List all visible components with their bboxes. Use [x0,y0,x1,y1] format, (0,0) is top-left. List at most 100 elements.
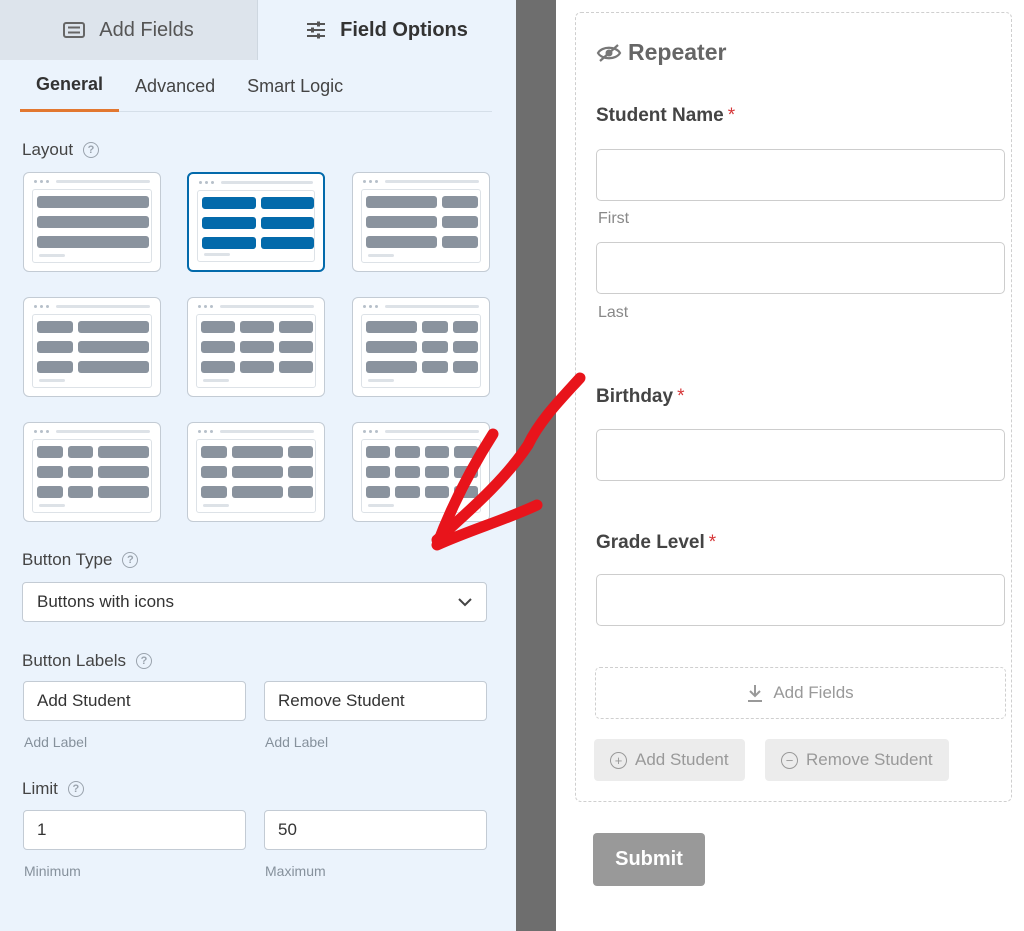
student-name-label: Student Name * [596,105,735,127]
help-icon[interactable]: ? [67,781,84,797]
help-icon[interactable]: ? [135,653,152,669]
subtab-general[interactable]: General [20,60,120,112]
add-label-sublabel: Add Label [24,734,88,750]
layout-column-block [37,361,73,373]
birthday-input[interactable] [596,429,1005,481]
limit-max-input[interactable] [264,810,487,850]
tab-add-fields-label: Add Fields [99,18,194,41]
layout-column-block [67,486,93,498]
required-mark: * [727,105,736,126]
layout-column-block [37,341,73,353]
layout-column-block [240,321,274,333]
layout-option-5[interactable] [187,297,325,397]
last-name-input[interactable] [596,242,1005,294]
layout-option-2[interactable] [187,172,325,272]
layout-column-block [366,321,417,333]
layout-column-block [422,341,448,353]
layout-column-block [453,446,478,458]
layout-column-block [287,466,313,478]
first-name-input[interactable] [596,149,1005,201]
option-subtabs: General Advanced Smart Logic [20,60,492,112]
layout-column-block [453,486,478,498]
layout-column-block [279,341,313,353]
birthday-label: Birthday * [596,386,684,408]
layout-option-9[interactable] [352,422,490,522]
layout-column-block [287,446,313,458]
download-icon [748,685,763,702]
layout-column-block [37,446,63,458]
tab-add-fields[interactable]: Add Fields [0,0,258,60]
list-icon [63,22,86,38]
subtab-smart-logic[interactable]: Smart Logic [231,60,359,112]
layout-column-block [67,446,93,458]
layout-column-block [37,196,149,208]
submit-button[interactable]: Submit [593,833,705,886]
layout-column-block [442,216,478,228]
layout-option-6[interactable] [352,297,490,397]
plus-circle-icon: + [610,751,627,769]
layout-column-block [77,341,149,353]
layout-option-4[interactable] [23,297,161,397]
min-sublabel: Minimum [24,863,81,879]
minus-circle-icon: − [781,751,798,769]
repeater-title: Repeater [596,39,726,66]
layout-column-block [201,486,227,498]
grade-level-input[interactable] [596,574,1005,626]
layout-column-block [37,486,63,498]
layout-option-8[interactable] [187,422,325,522]
layout-column-block [202,217,256,229]
layout-column-block [424,466,449,478]
layout-column-block [77,361,149,373]
remove-label-sublabel: Add Label [265,734,329,750]
remove-student-text: Remove Student [806,750,933,769]
chevron-down-icon [458,597,472,606]
remove-student-button[interactable]: − Remove Student [765,739,949,781]
layout-column-block [67,466,93,478]
layout-column-block [424,486,449,498]
help-icon[interactable]: ? [83,142,100,158]
layout-column-block [452,321,478,333]
last-sublabel: Last [598,304,629,321]
help-icon[interactable]: ? [122,552,139,568]
layout-column-block [452,361,478,373]
layout-column-block [201,321,235,333]
student-name-text: Student Name [596,105,724,126]
sliders-icon [307,21,326,39]
limit-min-input[interactable] [23,810,246,850]
layout-option-1[interactable] [23,172,161,272]
limit-heading: Limit ? [22,779,84,799]
layout-column-block [422,361,448,373]
button-type-select[interactable]: Buttons with icons [22,582,487,622]
add-fields-dropzone[interactable]: Add Fields [595,667,1006,719]
button-labels-heading: Button Labels ? [22,651,152,671]
layout-column-block [395,446,420,458]
subtab-advanced[interactable]: Advanced [119,60,231,112]
layout-column-block [260,237,314,249]
button-type-value: Buttons with icons [37,592,175,611]
button-type-label: Button Type [22,550,113,569]
layout-option-3[interactable] [352,172,490,272]
layout-column-block [98,466,149,478]
layout-column-block [37,321,73,333]
layout-column-block [240,341,274,353]
first-sublabel: First [598,210,630,227]
layout-column-block [37,216,149,228]
layout-heading: Layout ? [22,140,100,160]
eye-slash-icon [596,43,622,62]
layout-option-7[interactable] [23,422,161,522]
layout-column-block [201,466,227,478]
remove-label-input[interactable] [264,681,487,721]
add-student-button[interactable]: + Add Student [594,739,745,781]
add-student-text: Add Student [635,750,729,769]
layout-column-block [453,466,478,478]
button-type-heading: Button Type ? [22,550,139,570]
limit-label: Limit [22,779,58,798]
layout-column-block [395,486,420,498]
repeater-title-text: Repeater [628,39,727,65]
tab-field-options[interactable]: Field Options [258,0,516,60]
layout-column-block [202,237,256,249]
layout-column-block [279,361,313,373]
panel-tabs: Add Fields Field Options [0,0,516,60]
grade-level-text: Grade Level [596,532,705,553]
add-label-input[interactable] [23,681,246,721]
